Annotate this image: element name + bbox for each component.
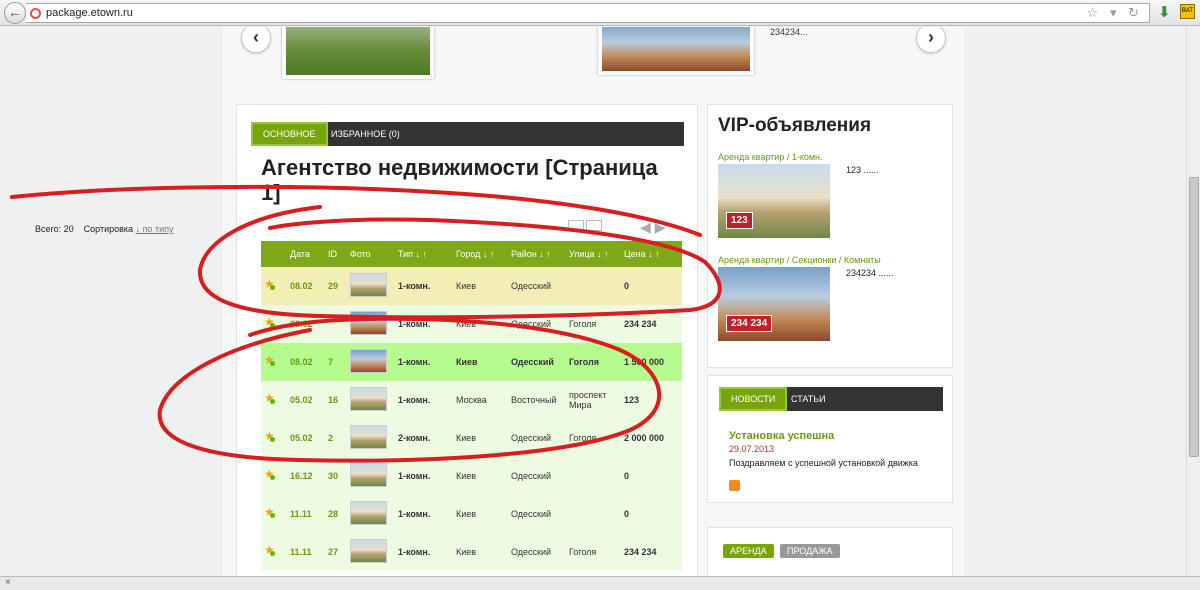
tab-favorites[interactable]: ИЗБРАННОЕ (0) — [321, 122, 410, 146]
tab-rent[interactable]: АРЕНДА — [723, 544, 774, 558]
vip-price-badge: 123 — [726, 212, 753, 229]
new-star-icon — [264, 315, 276, 329]
column-header: Дата — [287, 241, 325, 267]
sort-type-header[interactable]: Тип ↓ ↑ — [395, 241, 453, 267]
table-row[interactable]: 08.02 1-комн. Киев Одесский Гоголя 234 2… — [261, 305, 682, 343]
total-count: Всего: 20 — [35, 224, 74, 234]
sort-district-header[interactable]: Район ↓ ↑ — [508, 241, 566, 267]
column-header: ID — [325, 241, 347, 267]
view-switcher — [568, 220, 604, 234]
sort-by-type-link[interactable]: ↓ по типу — [136, 224, 174, 234]
back-arrow-icon: ← — [8, 4, 22, 20]
news-panel: НОВОСТИ СТАТЬИ Установка успешна 29.07.2… — [707, 375, 953, 503]
download-icon[interactable]: ⬇ — [1158, 3, 1171, 21]
listing-photo[interactable] — [350, 539, 387, 563]
sort-label: Сортировка — [83, 224, 134, 234]
new-star-icon — [264, 543, 276, 557]
new-star-icon — [264, 505, 276, 519]
tab-main[interactable]: ОСНОВНОЕ — [251, 122, 328, 146]
vip-category-link[interactable]: Аренда квартир / Секционки / Комнаты — [718, 255, 881, 265]
scrollbar-thumb[interactable] — [1189, 177, 1199, 457]
listings-table: Дата ID Фото Тип ↓ ↑ Город ↓ ↑ Район ↓ ↑… — [261, 241, 682, 571]
sort-street-header[interactable]: Улица ↓ ↑ — [566, 241, 621, 267]
slide-caption: 234234... — [770, 27, 808, 37]
table-row[interactable]: 11.11 28 1-комн. Киев Одесский 0 — [261, 495, 682, 533]
page-nav-arrows[interactable]: ◀ ▶ — [640, 219, 665, 236]
news-tabs: НОВОСТИ СТАТЬИ — [719, 387, 943, 411]
grid-view-icon[interactable] — [586, 220, 602, 231]
news-date: 29.07.2013 — [729, 444, 775, 454]
extension-icon[interactable]: BAT — [1180, 4, 1195, 19]
bookmark-star-icon[interactable]: ☆ ▾ ↻ — [1087, 5, 1143, 21]
vip-title: VIP-объявления — [718, 115, 872, 136]
vip-description: 123 ...... — [846, 165, 879, 175]
page-scrollbar[interactable] — [1186, 27, 1200, 576]
listing-photo[interactable] — [350, 273, 387, 297]
address-bar[interactable]: package.etown.ru ☆ ▾ ↻ — [26, 3, 1150, 23]
tab-articles[interactable]: СТАТЬИ — [781, 387, 836, 411]
table-header: Дата ID Фото Тип ↓ ↑ Город ↓ ↑ Район ↓ ↑… — [261, 241, 682, 267]
table-row[interactable]: 16.12 30 1-комн. Киев Одесский 0 — [261, 457, 682, 495]
vip-panel: VIP-объявления Аренда квартир / 1-комн. … — [707, 104, 953, 368]
page-title: Агентство недвижимости [Страница 1] — [261, 155, 658, 205]
listing-photo[interactable] — [350, 311, 387, 335]
tab-sale[interactable]: ПРОДАЖА — [780, 544, 840, 558]
sort-city-header[interactable]: Город ↓ ↑ — [453, 241, 508, 267]
new-star-icon — [264, 429, 276, 443]
listing-photo[interactable] — [350, 463, 387, 487]
list-meta: Всего: 20 Сортировка ↓ по типу — [35, 224, 173, 234]
vip-price-badge: 234 234 — [726, 315, 773, 332]
table-row[interactable]: 05.02 2 2-комн. Киев Одесский Гоголя 2 0… — [261, 419, 682, 457]
browser-toolbar: ← package.etown.ru ☆ ▾ ↻ ⬇ BAT — [0, 0, 1200, 26]
listing-photo[interactable] — [350, 387, 387, 411]
slide-image[interactable] — [282, 27, 434, 79]
slide-image[interactable] — [598, 27, 754, 75]
news-title-link[interactable]: Установка успешна — [729, 430, 834, 442]
news-body: Поздравляем с успешной установкой движка — [729, 458, 918, 468]
close-icon[interactable]: × — [5, 577, 11, 588]
site-favicon-icon — [30, 8, 41, 19]
status-bar: × — [0, 576, 1200, 590]
page-viewport: ‹ 234234... › ОСНОВНОЕ ИЗБРАННОЕ (0) Аге… — [0, 27, 1186, 576]
url-text[interactable]: package.etown.ru — [46, 7, 133, 19]
table-row[interactable]: 08.02 7 1-комн. Киев Одесский Гоголя 1 5… — [261, 343, 682, 381]
listings-tabs: ОСНОВНОЕ ИЗБРАННОЕ (0) — [251, 122, 684, 146]
table-row[interactable]: 05.02 16 1-комн. Москва Восточный проспе… — [261, 381, 682, 419]
new-star-icon — [264, 391, 276, 405]
table-row[interactable]: 08.02 29 1-комн. Киев Одесский 0 — [261, 267, 682, 305]
vip-category-link[interactable]: Аренда квартир / 1-комн. — [718, 152, 823, 162]
sort-price-header[interactable]: Цена ↓ ↑ — [621, 241, 682, 267]
column-header: Фото — [347, 241, 395, 267]
back-button[interactable]: ← — [4, 2, 26, 24]
listing-photo[interactable] — [350, 501, 387, 525]
listing-photo[interactable] — [350, 349, 387, 373]
vip-description: 234234 ...... — [846, 268, 894, 278]
new-star-icon — [264, 353, 276, 367]
new-star-icon — [264, 277, 276, 291]
new-star-icon — [264, 467, 276, 481]
tab-news[interactable]: НОВОСТИ — [719, 387, 788, 411]
rss-icon[interactable] — [729, 480, 740, 491]
rent-sale-panel: АРЕНДА ПРОДАЖА — [707, 527, 953, 576]
listing-photo[interactable] — [350, 425, 387, 449]
table-row[interactable]: 11.11 27 1-комн. Киев Одесский Гоголя 23… — [261, 533, 682, 571]
list-view-icon[interactable] — [568, 220, 584, 231]
